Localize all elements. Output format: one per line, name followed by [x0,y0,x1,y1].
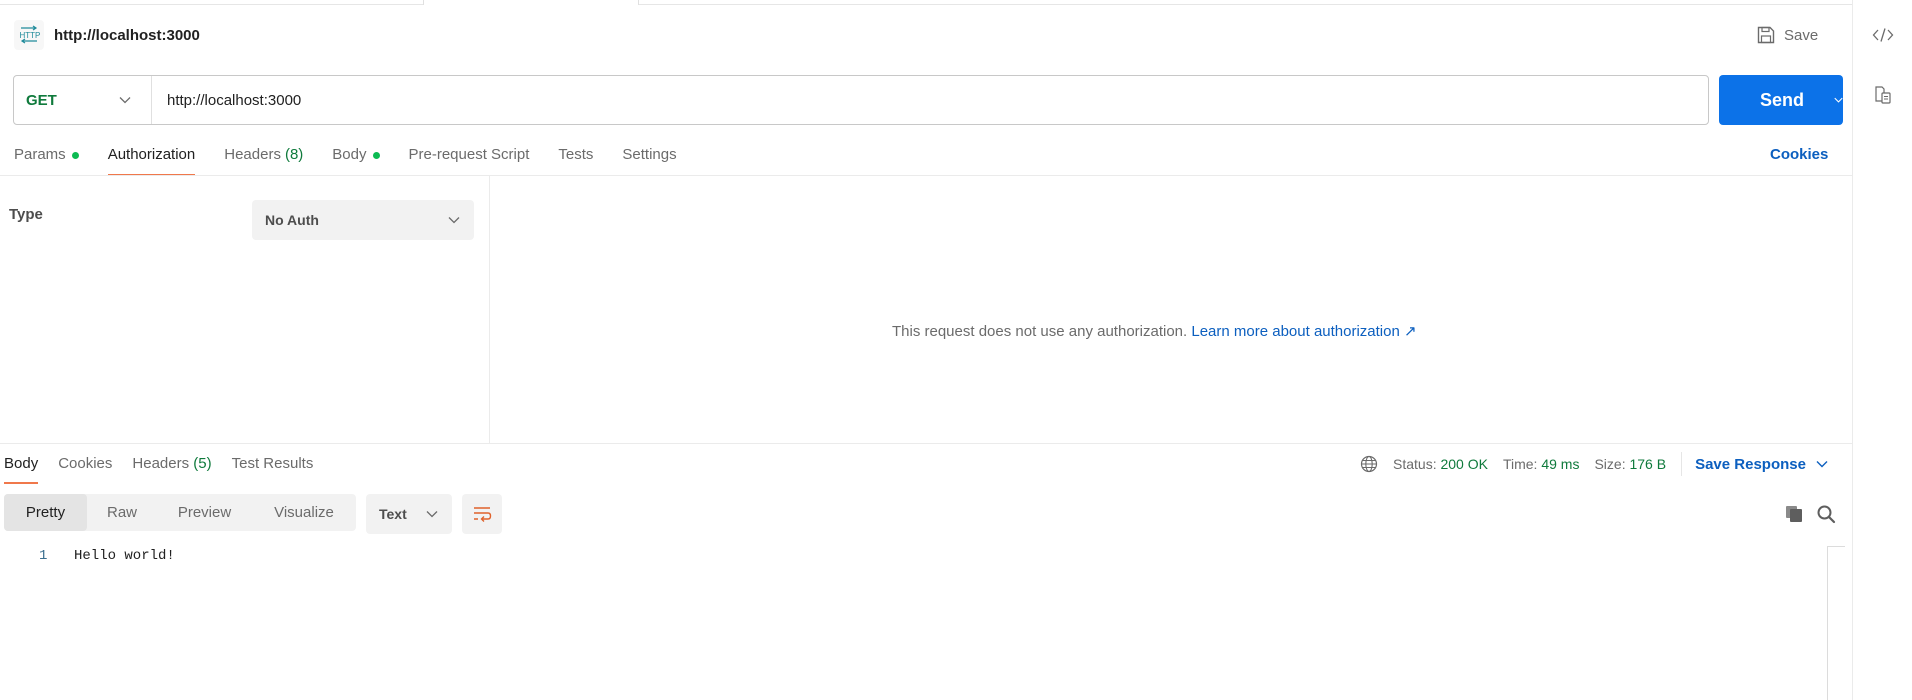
save-icon [1757,26,1775,44]
auth-type-value: No Auth [265,212,319,228]
auth-type-select[interactable]: No Auth [252,200,474,240]
tab-label: Settings [622,146,677,163]
view-preview[interactable]: Preview [157,494,252,531]
chevron-down-icon [119,97,131,104]
search-icon [1817,505,1836,524]
cookies-link[interactable]: Cookies [1770,146,1828,163]
size-value: 176 B [1629,456,1667,472]
divider [1681,452,1683,476]
code-snippet-button[interactable] [1853,17,1912,53]
send-options-chevron-icon[interactable] [1834,96,1843,104]
tab-label: Body [4,455,39,472]
save-response-button[interactable]: Save Response [1695,456,1828,473]
tab-label: Authorization [107,146,196,163]
svg-text:HTTP: HTTP [20,31,41,40]
params-indicator-dot [71,152,79,159]
globe-icon[interactable] [1360,455,1378,473]
chevron-down-icon [448,217,460,224]
chevron-down-icon [426,511,438,518]
format-select[interactable]: Text [366,494,452,534]
url-bar: GET [13,75,1709,125]
method-select[interactable]: GET [14,76,152,124]
method-label: GET [26,91,57,109]
response-tabs: Body Cookies Headers (5) Test Results [4,452,333,484]
tab-label: Tests [558,146,594,163]
response-tab-test-results[interactable]: Test Results [232,452,314,484]
search-response-button[interactable] [1814,502,1838,526]
request-title[interactable]: http://localhost:3000 [54,27,200,44]
tab-authorization[interactable]: Authorization [107,140,196,176]
line-number: 1 [39,548,48,564]
wrap-lines-button[interactable] [462,494,502,534]
auth-type-panel: Type No Auth [0,176,490,444]
size-readout[interactable]: Size: 176 B [1594,456,1666,472]
view-mode-segmented: Pretty Raw Preview Visualize [4,494,356,531]
auth-message: This request does not use any authorizat… [892,322,1417,340]
code-icon [1872,28,1894,42]
response-tab-headers[interactable]: Headers (5) [132,452,211,484]
tab-label: Pre-request Script [408,146,530,163]
format-value: Text [379,506,407,522]
view-pretty[interactable]: Pretty [4,494,87,531]
status-label: Status: [1393,456,1437,472]
tab-label: Headers [224,146,281,163]
code-line: Hello world! [74,548,175,564]
request-tabs: Params Authorization Headers (8) Body Pre… [14,140,706,176]
tab-label: Body [332,146,367,163]
tab-strip-border [0,4,1852,5]
tab-headers[interactable]: Headers (8) [224,140,303,176]
right-sidebar [1852,0,1912,700]
response-tab-cookies[interactable]: Cookies [58,452,112,484]
time-readout[interactable]: Time: 49 ms [1503,456,1580,472]
status-readout[interactable]: Status: 200 OK [1393,456,1488,472]
documentation-button[interactable] [1853,77,1912,113]
response-meta: Status: 200 OK Time: 49 ms Size: 176 B S… [1360,452,1828,476]
save-response-label: Save Response [1695,455,1806,473]
body-indicator-dot [372,152,380,159]
tab-tests[interactable]: Tests [558,140,593,176]
auth-type-label: Type [9,206,43,223]
response-tab-body[interactable]: Body [4,452,39,484]
copy-response-button[interactable] [1782,502,1806,526]
editor-scrollbar[interactable] [1827,546,1845,700]
save-button[interactable]: Save [1756,20,1818,50]
url-input[interactable] [152,76,1708,124]
divider [0,443,1852,444]
chevron-down-icon [1816,461,1828,468]
view-raw[interactable]: Raw [87,494,157,531]
tab-label: Test Results [231,455,314,472]
tab-settings[interactable]: Settings [622,140,676,176]
request-title-row: HTTP http://localhost:3000 [14,20,200,50]
view-visualize[interactable]: Visualize [252,494,356,531]
save-label: Save [1784,26,1819,44]
document-icon [1875,86,1891,104]
tab-label: Cookies [58,455,113,472]
wrap-lines-icon [474,507,492,522]
tab-body[interactable]: Body [332,140,380,176]
auth-message-text: This request does not use any authorizat… [892,323,1188,340]
size-label: Size: [1594,456,1626,472]
http-icon: HTTP [14,20,44,50]
copy-icon [1786,506,1802,522]
tab-params[interactable]: Params [14,140,79,176]
send-button[interactable]: Send [1719,75,1843,125]
send-label: Send [1760,89,1805,110]
tab-pre-request-script[interactable]: Pre-request Script [409,140,530,176]
request-workspace: HTTP http://localhost:3000 Save GET Send… [0,0,1852,700]
learn-more-auth-link[interactable]: Learn more about authorization ↗ [1191,323,1416,340]
headers-count: (5) [193,455,212,472]
active-request-tab[interactable] [423,0,639,5]
tab-label: Params [14,146,66,163]
tab-label: Headers [132,455,190,472]
time-value: 49 ms [1541,456,1580,472]
time-label: Time: [1502,456,1538,472]
headers-count: (8) [284,146,304,163]
status-value: 200 OK [1440,456,1488,472]
